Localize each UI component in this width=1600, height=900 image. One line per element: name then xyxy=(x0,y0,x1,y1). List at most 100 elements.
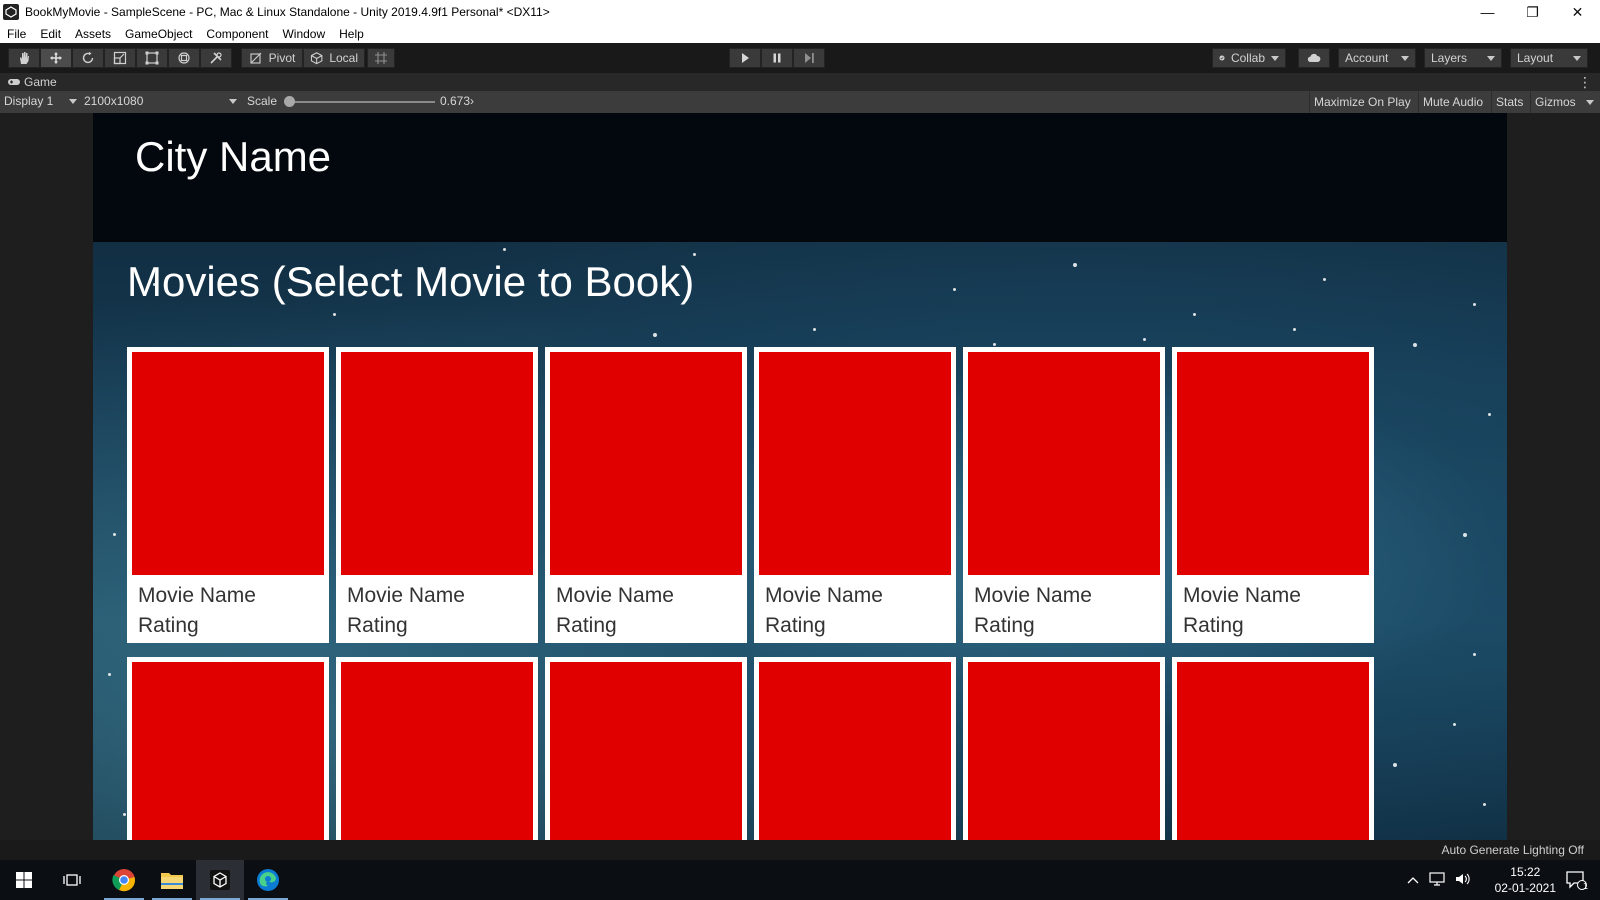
movie-poster xyxy=(132,662,324,840)
star-dot xyxy=(1413,343,1417,347)
star-dot xyxy=(1323,278,1326,281)
movie-name: Movie Name xyxy=(138,584,256,607)
restore-button[interactable]: ❐ xyxy=(1510,0,1555,24)
edge-icon[interactable] xyxy=(244,860,292,900)
collab-label: Collab xyxy=(1230,51,1265,65)
tab-game[interactable]: Game xyxy=(7,75,57,89)
movie-card[interactable]: Movie Name Rating xyxy=(545,347,747,643)
resolution-label: 2100x1080 xyxy=(84,94,144,108)
movie-card[interactable] xyxy=(1172,657,1374,840)
stats-toggle[interactable]: Stats xyxy=(1491,91,1527,113)
menu-gameobject[interactable]: GameObject xyxy=(118,27,199,41)
play-button[interactable] xyxy=(729,48,761,68)
lighting-status: Auto Generate Lighting Off xyxy=(1441,843,1584,857)
movie-name: Movie Name xyxy=(1183,584,1301,607)
chrome-icon[interactable] xyxy=(100,860,148,900)
unity-taskbar-icon[interactable] xyxy=(196,860,244,900)
menu-edit[interactable]: Edit xyxy=(33,27,68,41)
notification-center-icon[interactable]: 1 xyxy=(1552,860,1600,900)
resolution-dropdown[interactable]: 2100x1080 xyxy=(84,94,237,108)
file-explorer-icon[interactable] xyxy=(148,860,196,900)
movie-card[interactable] xyxy=(963,657,1165,840)
windows-start-icon[interactable] xyxy=(0,860,48,900)
grid-snap-icon[interactable] xyxy=(367,48,395,68)
movie-card[interactable]: Movie Name Rating xyxy=(754,347,956,643)
scale-label: Scale xyxy=(247,94,278,108)
scale-slider-handle[interactable] xyxy=(284,96,295,107)
movies-section-title: Movies (Select Movie to Book) xyxy=(127,258,695,305)
game-viewport: City Name Movies (Select Movie to Book) … xyxy=(0,113,1600,840)
mute-audio-toggle[interactable]: Mute Audio xyxy=(1418,91,1487,113)
rect-tool-icon[interactable] xyxy=(136,48,168,68)
star-dot xyxy=(953,288,956,291)
taskbar-clock[interactable]: 15:22 02-01-2021 xyxy=(1495,864,1556,896)
movie-poster xyxy=(550,352,742,575)
chevron-down-icon xyxy=(1401,55,1409,61)
network-icon[interactable] xyxy=(1429,871,1445,889)
movie-card[interactable] xyxy=(545,657,747,840)
display-label: Display 1 xyxy=(4,94,54,108)
volume-icon[interactable] xyxy=(1455,872,1471,889)
star-dot xyxy=(503,248,506,251)
more-options-icon[interactable]: ⋮ xyxy=(1578,74,1592,91)
hand-tool-icon[interactable] xyxy=(8,48,40,68)
movie-name: Movie Name xyxy=(765,584,883,607)
rotate-tool-icon[interactable] xyxy=(72,48,104,68)
transform-tool-icon[interactable] xyxy=(168,48,200,68)
game-tab-bar: Game ⋮ xyxy=(0,73,1600,91)
movie-rating: Rating xyxy=(138,614,199,637)
star-dot xyxy=(653,333,657,337)
movie-card[interactable]: Movie Name Rating xyxy=(963,347,1165,643)
cube-icon xyxy=(310,52,323,65)
star-dot xyxy=(333,313,336,316)
menu-assets[interactable]: Assets xyxy=(68,27,118,41)
account-dropdown[interactable]: Account xyxy=(1338,48,1416,68)
star-dot xyxy=(693,253,696,256)
movie-rating: Rating xyxy=(974,614,1035,637)
movie-card[interactable]: Movie Name Rating xyxy=(1172,347,1374,643)
movie-card[interactable] xyxy=(754,657,956,840)
display-dropdown[interactable]: Display 1 xyxy=(4,94,78,108)
step-button[interactable] xyxy=(793,48,825,68)
pause-button[interactable] xyxy=(761,48,793,68)
collab-dropdown[interactable]: Collab xyxy=(1212,48,1286,68)
movie-card[interactable]: Movie Name Rating xyxy=(127,347,329,643)
layers-dropdown[interactable]: Layers xyxy=(1424,48,1502,68)
menu-window[interactable]: Window xyxy=(275,27,332,41)
star-dot xyxy=(113,533,116,536)
task-view-icon[interactable] xyxy=(48,860,96,900)
movie-rating: Rating xyxy=(1183,614,1244,637)
movie-poster xyxy=(1177,662,1369,840)
movie-poster xyxy=(132,352,324,575)
pivot-toggle[interactable]: Pivot xyxy=(241,48,303,68)
move-tool-icon[interactable] xyxy=(40,48,72,68)
custom-tool-icon[interactable] xyxy=(200,48,232,68)
menu-help[interactable]: Help xyxy=(332,27,371,41)
local-toggle[interactable]: Local xyxy=(303,48,365,68)
movie-name: Movie Name xyxy=(347,584,465,607)
gizmos-label: Gizmos xyxy=(1535,95,1576,109)
cloud-button[interactable] xyxy=(1298,48,1330,68)
movie-card[interactable] xyxy=(336,657,538,840)
star-dot xyxy=(1473,303,1476,306)
gizmos-dropdown[interactable]: Gizmos xyxy=(1530,91,1598,113)
chevron-down-icon xyxy=(1585,100,1594,105)
star-dot xyxy=(123,813,126,816)
minimize-button[interactable]: — xyxy=(1465,0,1510,24)
star-dot xyxy=(993,343,996,346)
movie-poster xyxy=(341,662,533,840)
scale-tool-icon[interactable] xyxy=(104,48,136,68)
chevron-down-icon xyxy=(1271,55,1279,61)
movie-card[interactable]: Movie Name Rating xyxy=(336,347,538,643)
menu-component[interactable]: Component xyxy=(199,27,275,41)
movie-card[interactable] xyxy=(127,657,329,840)
chevron-up-icon[interactable] xyxy=(1407,873,1419,887)
windows-taskbar: 15:22 02-01-2021 1 xyxy=(0,860,1600,900)
maximize-on-play-toggle[interactable]: Maximize On Play xyxy=(1309,91,1415,113)
scale-slider-track[interactable] xyxy=(290,101,435,103)
close-button[interactable]: ✕ xyxy=(1555,0,1600,24)
movie-poster xyxy=(968,352,1160,575)
menu-file[interactable]: File xyxy=(0,27,33,41)
layout-dropdown[interactable]: Layout xyxy=(1510,48,1588,68)
pivot-icon xyxy=(250,52,262,64)
